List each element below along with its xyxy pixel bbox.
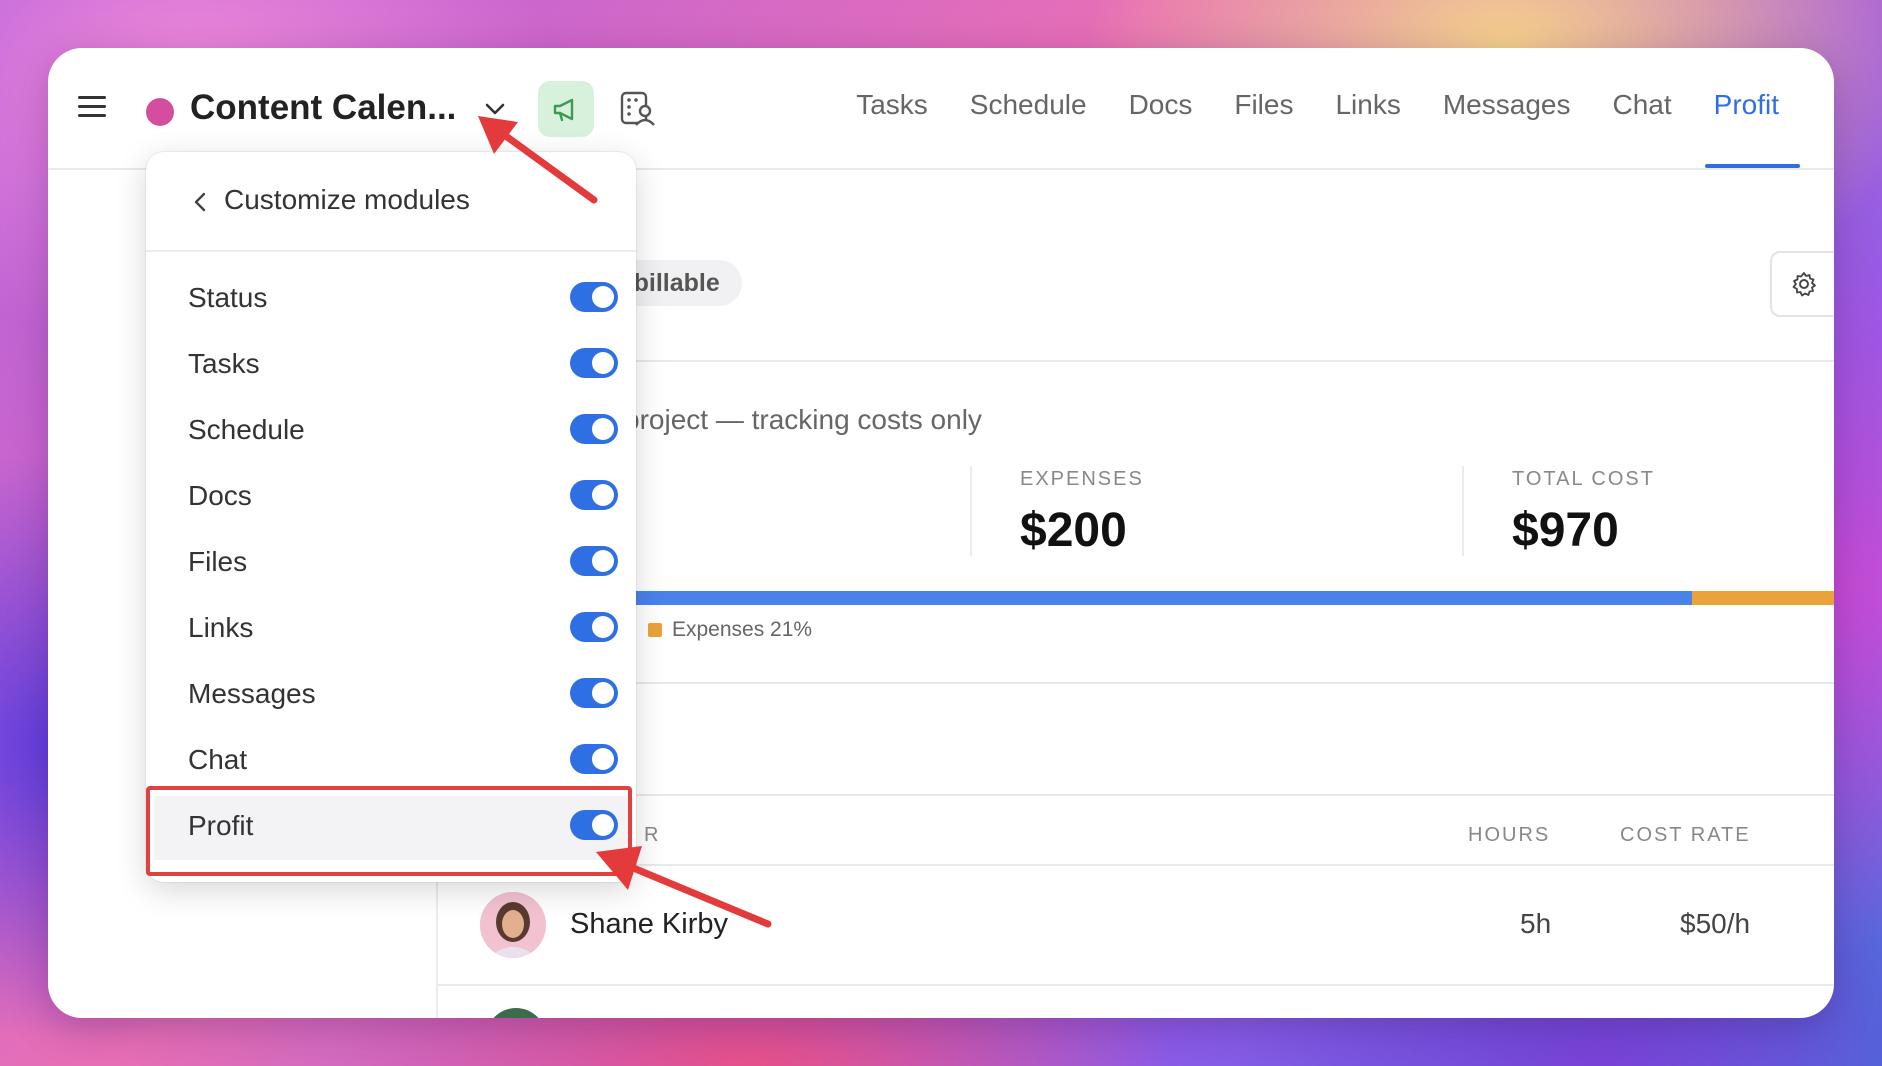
profit-subtitle: project — tracking costs only xyxy=(624,404,982,435)
module-item-messages[interactable]: Messages xyxy=(154,664,628,728)
member-hours: 5h xyxy=(1520,908,1552,939)
expenses-stat: EXPENSES $200 xyxy=(1020,468,1144,558)
settings-button[interactable] xyxy=(1770,251,1834,317)
gear-icon xyxy=(1792,272,1816,297)
module-toggle[interactable] xyxy=(570,612,618,642)
menu-title: Customize modules xyxy=(224,184,470,215)
tab-chat[interactable]: Chat xyxy=(1591,48,1692,168)
module-item-files[interactable]: Files xyxy=(154,532,628,596)
module-label: Files xyxy=(188,546,248,577)
module-toggle[interactable] xyxy=(570,348,618,378)
module-toggle[interactable] xyxy=(570,546,618,576)
module-toggle[interactable] xyxy=(570,414,618,444)
divider xyxy=(438,360,1834,362)
tab-tasks[interactable]: Tasks xyxy=(835,48,949,168)
module-label: Chat xyxy=(188,744,248,775)
module-label: Schedule xyxy=(188,414,305,445)
customize-modules-menu: Customize modules Status Tasks Schedule … xyxy=(146,152,636,882)
module-label: Docs xyxy=(188,480,252,511)
legend-label: Expenses 21% xyxy=(672,618,813,641)
chevron-left-icon xyxy=(194,192,206,212)
project-color-dot xyxy=(146,98,174,126)
column-header-hours[interactable]: HOURS xyxy=(1468,824,1550,847)
stat-divider xyxy=(1462,466,1464,556)
column-header-member[interactable]: R xyxy=(644,824,660,847)
divider xyxy=(438,864,1834,866)
module-item-tasks[interactable]: Tasks xyxy=(154,334,628,398)
module-toggle[interactable] xyxy=(570,480,618,510)
column-header-cost-rate[interactable]: COST RATE xyxy=(1620,824,1751,847)
module-label: Status xyxy=(188,282,268,313)
module-label: Links xyxy=(188,612,254,643)
module-tabs: Tasks Schedule Docs Files Links Messages… xyxy=(835,48,1801,168)
module-toggle[interactable] xyxy=(570,744,618,774)
module-label: Messages xyxy=(188,678,316,709)
member-rate: $50/h xyxy=(1680,908,1751,939)
back-header[interactable]: Customize modules xyxy=(146,152,636,252)
tab-schedule[interactable]: Schedule xyxy=(949,48,1108,168)
tab-messages[interactable]: Messages xyxy=(1422,48,1592,168)
module-item-docs[interactable]: Docs xyxy=(154,466,628,530)
module-item-schedule[interactable]: Schedule xyxy=(154,400,628,464)
module-item-chat[interactable]: Chat xyxy=(154,730,628,794)
divider xyxy=(438,794,1834,796)
tab-links[interactable]: Links xyxy=(1314,48,1421,168)
stat-divider xyxy=(970,466,972,556)
module-toggle[interactable] xyxy=(570,282,618,312)
stat-value: $200 xyxy=(1020,504,1127,557)
stat-label: TOTAL COST xyxy=(1512,468,1655,490)
megaphone-icon[interactable] xyxy=(538,81,594,137)
tab-profit[interactable]: Profit xyxy=(1693,48,1801,168)
total-cost-stat: TOTAL COST $970 xyxy=(1512,468,1655,558)
avatar xyxy=(486,1008,546,1018)
tab-docs[interactable]: Docs xyxy=(1108,48,1214,168)
module-item-links[interactable]: Links xyxy=(154,598,628,662)
module-item-status[interactable]: Status xyxy=(154,268,628,332)
expenses-swatch xyxy=(648,623,662,637)
project-title[interactable]: Content Calen... xyxy=(190,88,456,128)
module-item-profit[interactable]: Profit xyxy=(154,796,628,860)
tab-files[interactable]: Files xyxy=(1213,48,1314,168)
menu-icon[interactable] xyxy=(78,96,108,118)
cost-bar-expenses xyxy=(1692,591,1834,605)
module-toggle[interactable] xyxy=(570,678,618,708)
member-name[interactable]: Shane Kirby xyxy=(570,908,728,941)
divider xyxy=(438,984,1834,986)
expenses-legend: Expenses 21% xyxy=(648,618,812,642)
stat-value: $970 xyxy=(1512,504,1619,557)
module-toggle[interactable] xyxy=(570,810,618,840)
module-label: Profit xyxy=(188,810,254,841)
stat-label: EXPENSES xyxy=(1020,468,1144,490)
chevron-down-icon[interactable] xyxy=(480,94,510,124)
divider xyxy=(438,682,1834,684)
people-grid-icon[interactable] xyxy=(618,89,658,129)
module-label: Tasks xyxy=(188,348,260,379)
avatar xyxy=(480,892,546,958)
